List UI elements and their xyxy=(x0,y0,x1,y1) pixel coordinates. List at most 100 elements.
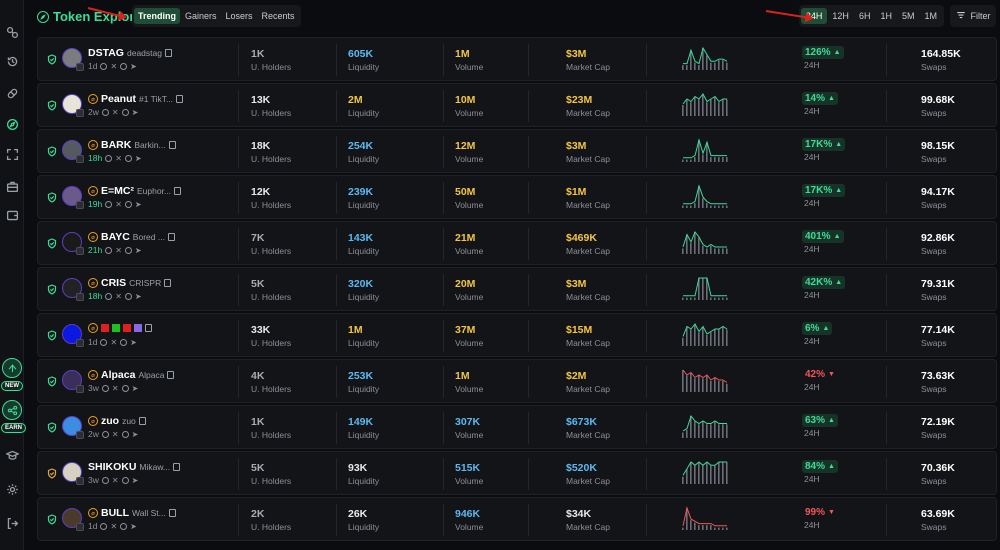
token-title[interactable]: ⌀ BAYC Bored ... xyxy=(88,231,175,243)
new-badge[interactable]: NEW xyxy=(1,358,23,391)
telegram-icon[interactable]: ➤ xyxy=(132,430,139,438)
globe-icon[interactable] xyxy=(120,522,128,530)
token-title[interactable]: ⌀ xyxy=(88,323,152,333)
x-icon[interactable]: ✕ xyxy=(115,246,122,254)
copy-icon[interactable] xyxy=(168,509,176,517)
token-row[interactable]: ⌀ Alpaca Alpaca 3w ✕ ➤ 4K U. Holders 253K Liquidi… xyxy=(37,359,997,403)
wallet-icon[interactable] xyxy=(4,207,20,223)
pill-icon[interactable] xyxy=(4,85,20,101)
tab-losers[interactable]: Losers xyxy=(222,8,257,24)
globe-icon[interactable] xyxy=(121,108,129,116)
circle-icon[interactable] xyxy=(105,246,113,254)
circle-icon[interactable] xyxy=(101,430,109,438)
token-title[interactable]: ⌀ Peanut #1 TikT... xyxy=(88,93,184,105)
telegram-icon[interactable]: ➤ xyxy=(135,154,142,162)
earn-badge[interactable]: EARN xyxy=(1,400,27,433)
circle-icon[interactable] xyxy=(100,522,108,530)
token-title[interactable]: ⌀ BULL Wall St... xyxy=(88,507,176,519)
timeframe-6h[interactable]: 6H xyxy=(854,8,876,24)
globe-icon[interactable] xyxy=(124,154,132,162)
globe-icon[interactable] xyxy=(120,62,128,70)
token-row[interactable]: ⌀ Peanut #1 TikT... 2w ✕ ➤ 13K U. Holders 2M Liqu… xyxy=(37,83,997,127)
x-icon[interactable]: ✕ xyxy=(112,476,119,484)
circle-icon[interactable] xyxy=(100,338,108,346)
graduation-cap-icon[interactable] xyxy=(4,447,20,463)
globe-icon[interactable] xyxy=(124,200,132,208)
copy-icon[interactable] xyxy=(176,95,184,103)
expand-icon[interactable] xyxy=(4,146,20,162)
copy-icon[interactable] xyxy=(164,49,172,57)
history-icon[interactable] xyxy=(4,53,20,69)
circle-icon[interactable] xyxy=(105,292,113,300)
filter-button[interactable]: Filter xyxy=(950,5,996,27)
timeframe-1m[interactable]: 1M xyxy=(919,8,942,24)
token-title[interactable]: SHIKOKU Mikaw... xyxy=(88,461,181,473)
copy-icon[interactable] xyxy=(174,187,181,195)
copy-icon[interactable] xyxy=(138,417,146,425)
x-icon[interactable]: ✕ xyxy=(110,62,117,70)
token-title[interactable]: ⌀ CRIS CRISPR xyxy=(88,277,172,289)
globe-icon[interactable] xyxy=(124,246,132,254)
globe-icon[interactable] xyxy=(120,338,128,346)
token-row[interactable]: ⌀ 1d ✕ ➤ 33K U. Holders 1M Liquidity 37M Volume $1… xyxy=(37,313,997,357)
telegram-icon[interactable]: ➤ xyxy=(130,338,137,346)
x-icon[interactable]: ✕ xyxy=(112,384,119,392)
token-row[interactable]: SHIKOKU Mikaw... 3w ✕ ➤ 5K U. Holders 93K Liquid… xyxy=(37,451,997,495)
link-icon[interactable] xyxy=(4,24,20,40)
tab-trending[interactable]: Trending xyxy=(134,8,180,24)
compass-icon[interactable] xyxy=(4,116,20,132)
circle-icon[interactable] xyxy=(101,108,109,116)
tab-gainers[interactable]: Gainers xyxy=(181,8,221,24)
telegram-icon[interactable]: ➤ xyxy=(135,200,142,208)
timeframe-1h[interactable]: 1H xyxy=(875,8,897,24)
globe-icon[interactable] xyxy=(121,430,129,438)
timeframe-5m[interactable]: 5M xyxy=(897,8,920,24)
token-row[interactable]: ⌀ BULL Wall St... 1d ✕ ➤ 2K U. Holders 26K Liquid… xyxy=(37,497,997,541)
token-row[interactable]: ⌀ BARK Barkin... 18h ✕ ➤ 18K U. Holders 254K Liqu… xyxy=(37,129,997,173)
copy-icon[interactable] xyxy=(173,463,181,471)
circle-icon[interactable] xyxy=(101,476,109,484)
circle-icon[interactable] xyxy=(100,62,108,70)
token-row[interactable]: ⌀ E=MC² Euphor... 19h ✕ ➤ 12K U. Holders 239K Liq… xyxy=(37,175,997,219)
copy-icon[interactable] xyxy=(145,324,152,332)
telegram-icon[interactable]: ➤ xyxy=(130,522,137,530)
circle-icon[interactable] xyxy=(105,154,113,162)
telegram-icon[interactable]: ➤ xyxy=(135,246,142,254)
copy-icon[interactable] xyxy=(168,141,176,149)
globe-icon[interactable] xyxy=(124,292,132,300)
copy-icon[interactable] xyxy=(167,371,175,379)
token-title[interactable]: ⌀ BARK Barkin... xyxy=(88,139,176,151)
telegram-icon[interactable]: ➤ xyxy=(132,384,139,392)
telegram-icon[interactable]: ➤ xyxy=(132,108,139,116)
token-row[interactable]: ⌀ zuo zuo 2w ✕ ➤ 1K U. Holders 149K Liquidity 307K… xyxy=(37,405,997,449)
token-title[interactable]: ⌀ zuo zuo xyxy=(88,415,146,427)
x-icon[interactable]: ✕ xyxy=(110,338,117,346)
telegram-icon[interactable]: ➤ xyxy=(132,476,139,484)
circle-icon[interactable] xyxy=(105,200,113,208)
token-row[interactable]: ⌀ BAYC Bored ... 21h ✕ ➤ 7K U. Holders 143K Liqui… xyxy=(37,221,997,265)
briefcase-icon[interactable] xyxy=(4,178,20,194)
token-row[interactable]: ⌀ CRIS CRISPR 18h ✕ ➤ 5K U. Holders 320K Liquidit… xyxy=(37,267,997,311)
x-icon[interactable]: ✕ xyxy=(115,292,122,300)
logout-icon[interactable] xyxy=(4,515,20,531)
globe-icon[interactable] xyxy=(121,476,129,484)
token-row[interactable]: DSTAG deadstag 1d ✕ ➤ 1K U. Holders 605K Liquidi… xyxy=(37,37,997,81)
circle-icon[interactable] xyxy=(101,384,109,392)
copy-icon[interactable] xyxy=(164,279,172,287)
timeframe-12h[interactable]: 12H xyxy=(827,8,854,24)
x-icon[interactable]: ✕ xyxy=(112,108,119,116)
globe-icon[interactable] xyxy=(121,384,129,392)
gear-icon[interactable] xyxy=(4,481,20,497)
token-title[interactable]: ⌀ Alpaca Alpaca xyxy=(88,369,175,381)
x-icon[interactable]: ✕ xyxy=(115,154,122,162)
telegram-icon[interactable]: ➤ xyxy=(130,62,137,70)
copy-icon[interactable] xyxy=(167,233,175,241)
token-age: 3w xyxy=(88,383,99,393)
tab-recents[interactable]: Recents xyxy=(258,8,299,24)
token-title[interactable]: DSTAG deadstag xyxy=(88,47,172,59)
telegram-icon[interactable]: ➤ xyxy=(135,292,142,300)
x-icon[interactable]: ✕ xyxy=(115,200,122,208)
token-title[interactable]: ⌀ E=MC² Euphor... xyxy=(88,185,181,197)
x-icon[interactable]: ✕ xyxy=(110,522,117,530)
x-icon[interactable]: ✕ xyxy=(112,430,119,438)
